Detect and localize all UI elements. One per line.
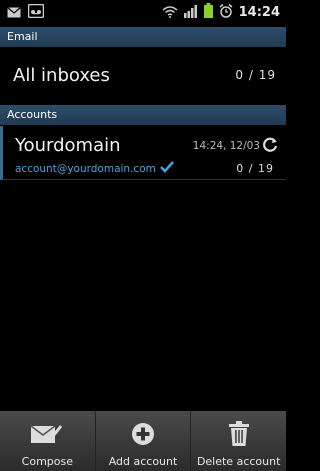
trash-icon — [228, 419, 250, 449]
wifi-icon — [162, 3, 178, 22]
mail-icon — [7, 3, 21, 22]
all-inboxes-count: 0 / 19 — [235, 68, 276, 82]
add-account-label: Add account — [108, 455, 178, 468]
compose-icon — [30, 419, 64, 449]
compose-button[interactable]: Compose — [0, 411, 96, 471]
alarm-icon — [219, 3, 233, 22]
delete-account-label: Delete account — [196, 455, 281, 468]
account-email: account@yourdomain.com — [15, 162, 156, 175]
account-count: 0 / 19 — [236, 162, 274, 175]
account-email-wrap: account@yourdomain.com — [15, 161, 174, 176]
account-sync-time: 14:24, 12/03 — [192, 140, 260, 152]
add-account-button[interactable]: Add account — [96, 411, 192, 471]
signal-icon — [183, 3, 198, 22]
email-section-header: Email — [0, 27, 286, 47]
status-time: 14:24 — [238, 4, 280, 20]
status-bar: 14:24 — [0, 0, 286, 24]
all-inboxes-label: All inboxes — [13, 64, 110, 86]
accounts-section-header: Accounts — [0, 105, 286, 125]
refresh-icon[interactable] — [263, 137, 278, 156]
delete-account-button[interactable]: Delete account — [191, 411, 286, 471]
plus-circle-icon — [131, 419, 155, 449]
account-name: Yourdomain — [15, 135, 121, 156]
account-row[interactable]: Yourdomain account@yourdomain.com 14:24,… — [0, 126, 286, 180]
bottom-action-bar: Compose Add account Delete account — [0, 411, 286, 471]
voicemail-icon — [27, 3, 45, 22]
all-inboxes-row[interactable]: All inboxes 0 / 19 — [0, 48, 286, 102]
battery-icon — [203, 2, 213, 22]
compose-label: Compose — [21, 455, 73, 468]
checkmark-icon — [159, 161, 174, 176]
